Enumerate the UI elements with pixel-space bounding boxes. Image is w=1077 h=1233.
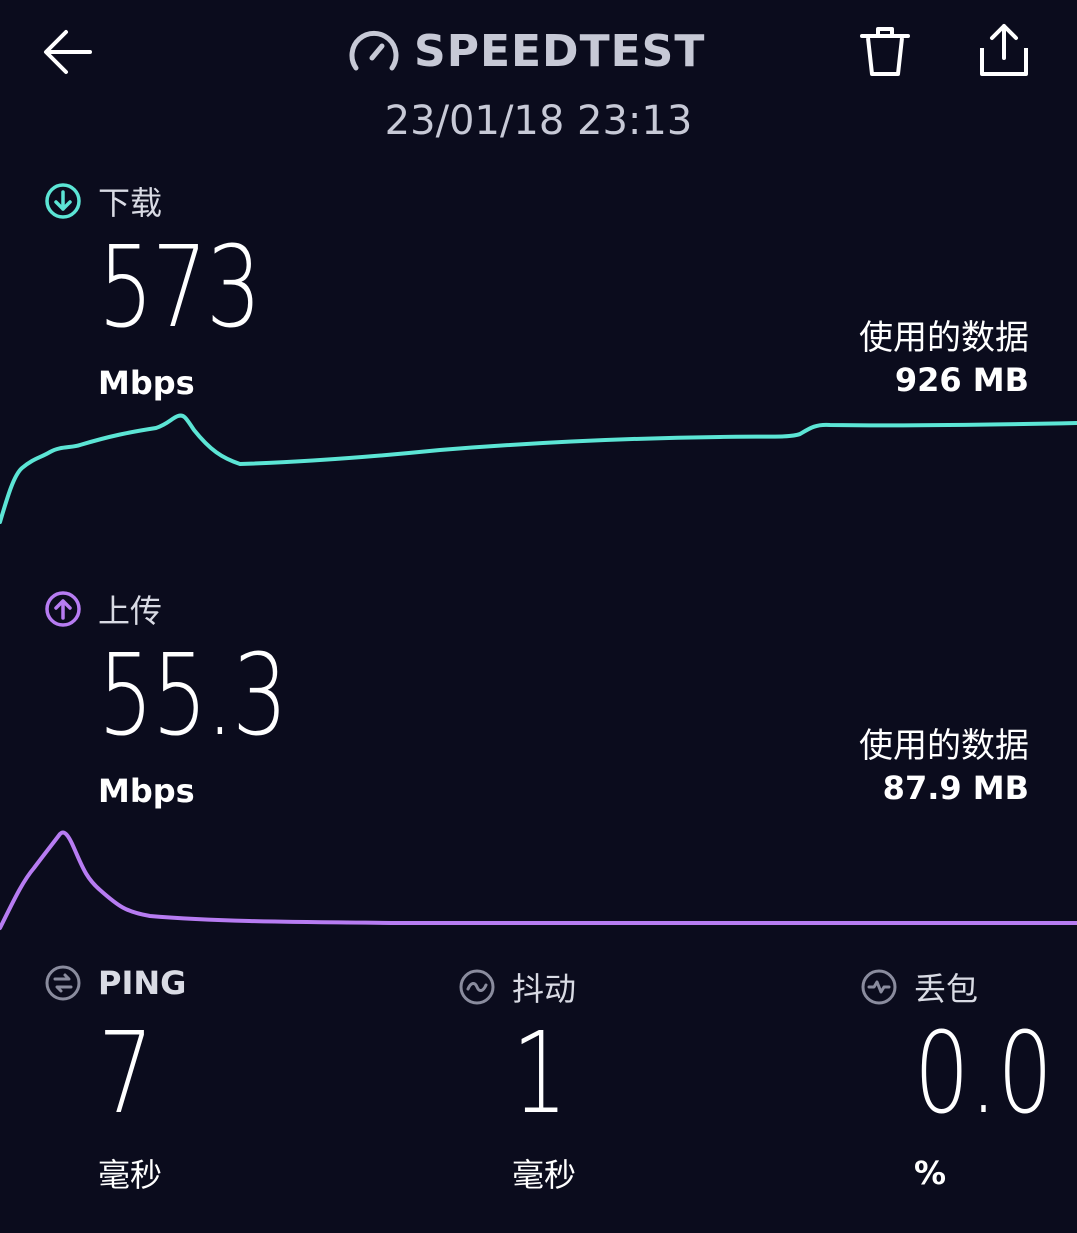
download-speed-value: 573 xyxy=(98,223,262,353)
brand-title: SPEEDTEST xyxy=(414,25,706,77)
arrow-down-circle-icon xyxy=(45,183,81,219)
upload-data-used-label: 使用的数据 xyxy=(859,726,1029,766)
download-data-used-label: 使用的数据 xyxy=(859,318,1029,358)
jitter-unit: 毫秒 xyxy=(512,1156,577,1194)
share-button[interactable] xyxy=(976,20,1032,80)
trash-icon xyxy=(860,27,910,76)
packet-loss-label: 丢包 xyxy=(860,964,978,1010)
upload-unit: Mbps xyxy=(98,772,195,810)
download-data-used-value: 926 MB xyxy=(894,361,1029,400)
upload-speed-graph xyxy=(0,830,1077,930)
upload-label-text: 上传 xyxy=(98,592,163,630)
upload-data-used: 使用的数据 87.9 MB xyxy=(859,724,1029,810)
packet-loss-icon xyxy=(861,969,897,1005)
ping-value: 7 xyxy=(98,1009,154,1139)
jitter-label: 抖动 xyxy=(458,964,576,1010)
share-icon xyxy=(980,24,1028,76)
ping-unit: 毫秒 xyxy=(98,1156,163,1194)
delete-button[interactable] xyxy=(858,24,912,80)
jitter-icon xyxy=(459,969,495,1005)
packet-loss-value: 0.0 xyxy=(914,1009,1053,1139)
packet-loss-unit: % xyxy=(914,1154,947,1192)
speedometer-icon xyxy=(349,30,399,71)
download-label-text: 下载 xyxy=(98,184,163,222)
upload-data-used-value: 87.9 MB xyxy=(882,769,1029,808)
download-data-used: 使用的数据 926 MB xyxy=(859,316,1029,402)
packet-loss-label-text: 丢包 xyxy=(914,970,979,1008)
download-label: 下载 xyxy=(44,178,162,224)
test-datetime: 23/01/18 23:13 xyxy=(384,98,693,144)
download-speed-graph xyxy=(0,413,1077,524)
ping-label: PING xyxy=(44,964,186,1002)
arrow-left-icon xyxy=(44,30,92,74)
download-unit: Mbps xyxy=(98,364,195,402)
jitter-label-text: 抖动 xyxy=(512,970,577,1008)
speedtest-brand: SPEEDTEST xyxy=(348,24,705,78)
arrow-up-circle-icon xyxy=(45,591,81,627)
upload-label: 上传 xyxy=(44,586,162,632)
upload-speed-value: 55.3 xyxy=(98,631,288,761)
jitter-value: 1 xyxy=(512,1009,568,1139)
back-button[interactable] xyxy=(38,22,98,82)
ping-icon xyxy=(45,965,81,1001)
ping-label-text: PING xyxy=(98,964,187,1002)
